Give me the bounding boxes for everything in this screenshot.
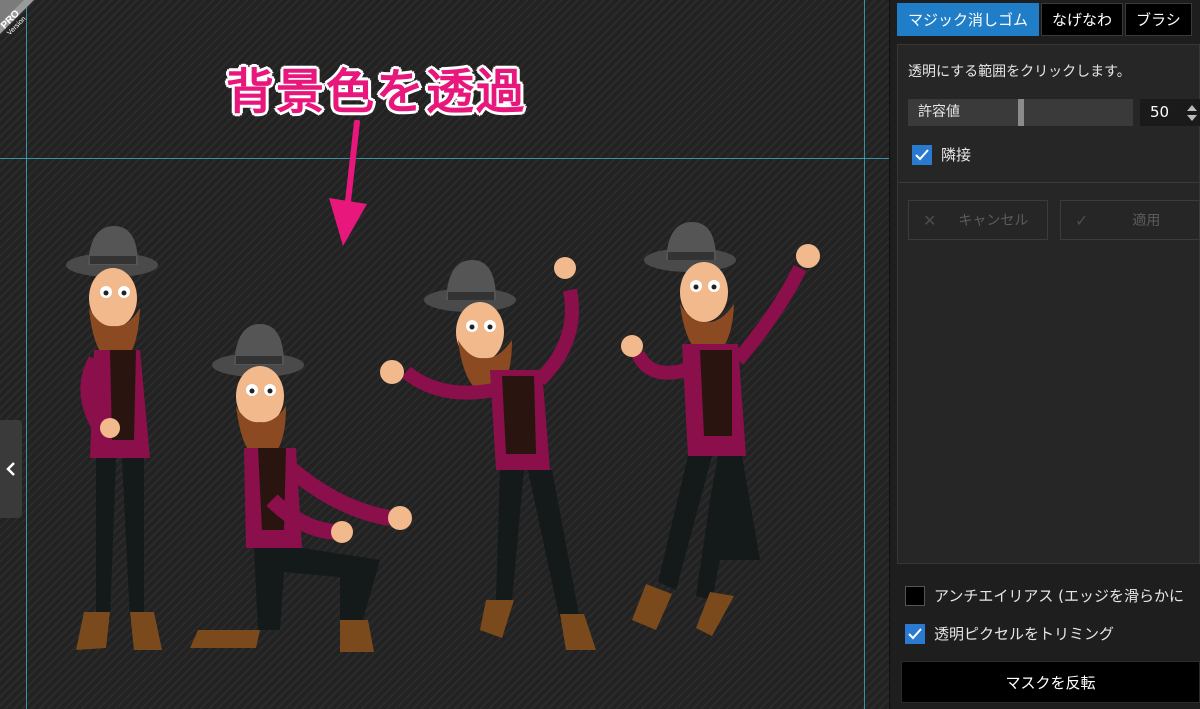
character-jumping (621, 222, 820, 636)
guide-line-top[interactable] (0, 158, 889, 159)
check-icon: ✓ (1075, 210, 1089, 230)
tab-brush[interactable]: ブラシ (1125, 3, 1192, 36)
instruction-text: 透明にする範囲をクリックします。 (908, 64, 1131, 80)
pro-version-badge: PRO Version (0, 0, 60, 60)
trim-label: 透明ピクセルをトリミング (934, 625, 1115, 643)
tab-magic-eraser[interactable]: マジック消しゴム (897, 3, 1040, 36)
character-standing (66, 226, 162, 650)
spinner-arrows-icon[interactable] (1186, 103, 1198, 123)
image-canvas[interactable]: PRO Version 背景色を透過 (0, 0, 890, 709)
character-illustration (66, 222, 820, 652)
chevron-left-icon (6, 462, 15, 476)
tool-tabs: マジック消しゴム なげなわ ブラシ (891, 0, 1200, 36)
guide-line-left[interactable] (26, 0, 27, 709)
annotation-title: 背景色を透過 (226, 64, 527, 120)
checkmark-icon (908, 627, 922, 639)
checkmark-icon (915, 148, 929, 160)
trim-option: 透明ピクセルをトリミング (905, 623, 1114, 644)
guide-line-right[interactable] (864, 0, 865, 709)
close-icon: ✕ (923, 210, 937, 230)
tab-lasso[interactable]: なげなわ (1041, 3, 1124, 36)
antialias-label: アンチエイリアス (エッジを滑らかに (934, 587, 1185, 605)
contiguous-checkbox[interactable] (912, 144, 932, 165)
cancel-button[interactable]: ✕ キャンセル (908, 200, 1048, 240)
antialias-option: アンチエイリアス (エッジを滑らかに (905, 585, 1184, 606)
trim-checkbox[interactable] (905, 623, 925, 644)
apply-label: 適用 (1132, 213, 1161, 229)
contiguous-option: 隣接 (912, 144, 971, 165)
collapse-panel-tab[interactable] (0, 420, 22, 518)
divider (898, 182, 1199, 183)
contiguous-label: 隣接 (941, 146, 972, 164)
tolerance-slider-handle[interactable] (1018, 99, 1024, 126)
apply-button[interactable]: ✓ 適用 (1060, 200, 1200, 240)
cancel-label: キャンセル (958, 213, 1029, 229)
character-shrugging (380, 257, 596, 650)
antialias-checkbox[interactable] (905, 585, 925, 606)
character-kneeling (190, 324, 412, 652)
invert-mask-button[interactable]: マスクを反転 (901, 661, 1200, 703)
tool-panel: マジック消しゴム なげなわ ブラシ 透明にする範囲をクリックします。 許容値 5… (891, 0, 1200, 709)
tolerance-label: 許容値 (918, 104, 960, 120)
magic-eraser-options: 透明にする範囲をクリックします。 許容値 50 隣接 ✕ キャンセル ✓ 適用 (897, 44, 1200, 564)
